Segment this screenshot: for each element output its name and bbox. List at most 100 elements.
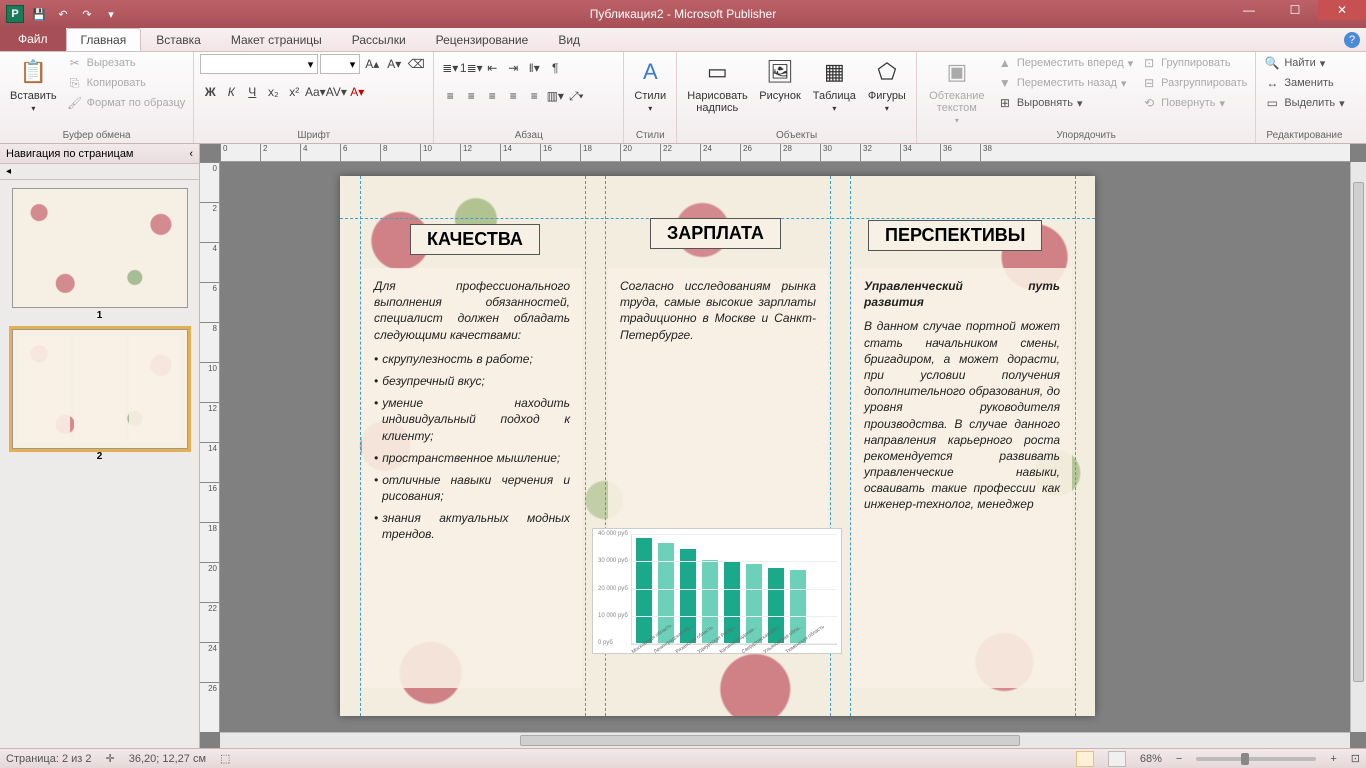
wrap-text-button[interactable]: ▣Обтекание текстом▾	[923, 54, 991, 127]
scrollbar-horizontal[interactable]	[220, 732, 1350, 748]
send-backward-button[interactable]: ▼Переместить назад ▾	[995, 74, 1135, 92]
canvas[interactable]: 02468101214161820222426283032343638 0246…	[200, 144, 1366, 748]
group-button[interactable]: ⊡Группировать	[1139, 54, 1249, 72]
paste-button[interactable]: 📋 Вставить ▾	[6, 54, 61, 115]
shrink-font-icon[interactable]: A▾	[384, 54, 404, 74]
zoom-fit-icon[interactable]: ⊡	[1351, 752, 1360, 765]
subscript-icon[interactable]: x₂	[263, 82, 283, 102]
page-thumb-2[interactable]: 2	[12, 329, 188, 462]
scrollbar-vertical[interactable]	[1350, 162, 1366, 732]
underline-icon[interactable]: Ч	[242, 82, 262, 102]
pilcrow-icon[interactable]: ¶	[545, 58, 565, 78]
font-family-combo[interactable]: ▾	[200, 54, 318, 74]
help-icon[interactable]: ?	[1344, 32, 1360, 48]
zoom-in-icon[interactable]: +	[1330, 753, 1336, 765]
find-button[interactable]: 🔍Найти ▾	[1262, 54, 1346, 72]
grow-font-icon[interactable]: A▴	[362, 54, 382, 74]
align-icon: ⊞	[997, 95, 1013, 111]
rotate-button[interactable]: ⟲Повернуть ▾	[1139, 94, 1249, 112]
select-button[interactable]: ▭Выделить ▾	[1262, 94, 1346, 112]
table-button[interactable]: ▦Таблица▾	[809, 54, 860, 115]
align-center-icon[interactable]: ≡	[461, 86, 481, 106]
qat-dropdown-icon[interactable]: ▾	[100, 3, 122, 25]
status-page[interactable]: Страница: 2 из 2	[6, 753, 92, 765]
distribute-icon[interactable]: ≡	[524, 86, 544, 106]
app-icon[interactable]: P	[4, 3, 26, 25]
justify-icon[interactable]: ≡	[503, 86, 523, 106]
close-button[interactable]: ✕	[1318, 0, 1366, 20]
brush-icon: 🖌	[67, 95, 83, 111]
align-button[interactable]: ⊞Выровнять ▾	[995, 94, 1135, 112]
increase-indent-icon[interactable]: ⇥	[503, 58, 523, 78]
superscript-icon[interactable]: x²	[284, 82, 304, 102]
col1-title[interactable]: КАЧЕСТВА	[410, 224, 540, 255]
ruler-horizontal[interactable]: 02468101214161820222426283032343638	[220, 144, 1350, 162]
zoom-level[interactable]: 68%	[1140, 753, 1162, 765]
copy-icon: ⎘	[67, 75, 83, 91]
salary-chart[interactable]: 0 руб10 000 руб20 000 руб30 000 руб40 00…	[592, 528, 842, 654]
col2-body[interactable]: Согласно исследованиям рынка труда, самы…	[608, 268, 828, 528]
save-icon[interactable]: 💾	[28, 3, 50, 25]
ribbon: 📋 Вставить ▾ ✂Вырезать ⎘Копировать 🖌Форм…	[0, 52, 1366, 144]
file-tab[interactable]: Файл	[0, 27, 66, 51]
group-label-paragraph: Абзац	[440, 129, 617, 143]
align-left-icon[interactable]: ≡	[440, 86, 460, 106]
zoom-thumb[interactable]	[1241, 753, 1249, 765]
list-item: безупречный вкус;	[382, 373, 570, 389]
decrease-indent-icon[interactable]: ⇤	[482, 58, 502, 78]
font-size-combo[interactable]: ▾	[320, 54, 360, 74]
shapes-button[interactable]: ⬠Фигуры▾	[864, 54, 910, 115]
zoom-slider[interactable]	[1196, 757, 1316, 761]
replace-button[interactable]: ↔Заменить	[1262, 74, 1346, 92]
char-spacing-icon[interactable]: AV▾	[326, 82, 346, 102]
zoom-out-icon[interactable]: −	[1176, 753, 1182, 765]
document-page[interactable]: КАЧЕСТВА Для профессионального выполнени…	[340, 176, 1095, 716]
tab-page-layout[interactable]: Макет страницы	[216, 28, 337, 51]
line-spacing-icon[interactable]: ‖▾	[524, 58, 544, 78]
bullets-icon[interactable]: ≣▾	[440, 58, 460, 78]
tab-home[interactable]: Главная	[66, 28, 142, 51]
align-right-icon[interactable]: ≡	[482, 86, 502, 106]
copy-button[interactable]: ⎘Копировать	[65, 74, 188, 92]
textbox-button[interactable]: ▭Нарисовать надпись	[683, 54, 751, 116]
page-thumb-1[interactable]: 1	[12, 188, 188, 321]
tab-view[interactable]: Вид	[543, 28, 595, 51]
col2-text: Согласно исследованиям рынка труда, самы…	[620, 278, 816, 343]
nav-expand-icon[interactable]: ◂	[0, 164, 199, 180]
shapes-icon: ⬠	[871, 56, 903, 88]
bold-icon[interactable]: Ж	[200, 82, 220, 102]
ruler-vertical[interactable]: 02468101214161820222426	[200, 162, 220, 732]
col1-body[interactable]: Для профессионального выполнения обязанн…	[362, 268, 582, 688]
view-single-icon[interactable]	[1076, 751, 1094, 767]
col3-body[interactable]: Управленческий путь развития В данном сл…	[852, 268, 1072, 688]
group-label-arrange: Упорядочить	[923, 129, 1250, 143]
scroll-thumb[interactable]	[520, 735, 1020, 746]
scroll-thumb[interactable]	[1353, 182, 1364, 682]
ungroup-button[interactable]: ⊟Разгруппировать	[1139, 74, 1249, 92]
change-case-icon[interactable]: Aa▾	[305, 82, 325, 102]
styles-button[interactable]: A Стили▾	[630, 54, 670, 115]
cut-button[interactable]: ✂Вырезать	[65, 54, 188, 72]
italic-icon[interactable]: К	[221, 82, 241, 102]
quick-access-toolbar: P 💾 ↶ ↷ ▾	[0, 3, 122, 25]
text-fill-icon[interactable]: A▾	[347, 82, 367, 102]
collapse-icon[interactable]: ‹	[189, 148, 193, 160]
maximize-button[interactable]: ☐	[1272, 0, 1318, 20]
undo-icon[interactable]: ↶	[52, 3, 74, 25]
list-item: знания актуальных модных трендов.	[382, 510, 570, 542]
format-painter-button[interactable]: 🖌Формат по образцу	[65, 94, 188, 112]
col3-title[interactable]: ПЕРСПЕКТИВЫ	[868, 220, 1042, 251]
numbering-icon[interactable]: 1≣▾	[461, 58, 481, 78]
col2-title[interactable]: ЗАРПЛАТА	[650, 218, 781, 249]
tab-mailings[interactable]: Рассылки	[337, 28, 421, 51]
redo-icon[interactable]: ↷	[76, 3, 98, 25]
bring-forward-button[interactable]: ▲Переместить вперед ▾	[995, 54, 1135, 72]
picture-button[interactable]: 🖼Рисунок	[755, 54, 805, 104]
view-two-page-icon[interactable]	[1108, 751, 1126, 767]
text-direction-icon[interactable]: ⤢▾	[566, 86, 586, 106]
tab-review[interactable]: Рецензирование	[421, 28, 544, 51]
minimize-button[interactable]: —	[1226, 0, 1272, 20]
clear-format-icon[interactable]: ⌫	[406, 54, 426, 74]
tab-insert[interactable]: Вставка	[141, 28, 216, 51]
columns-icon[interactable]: ▥▾	[545, 86, 565, 106]
